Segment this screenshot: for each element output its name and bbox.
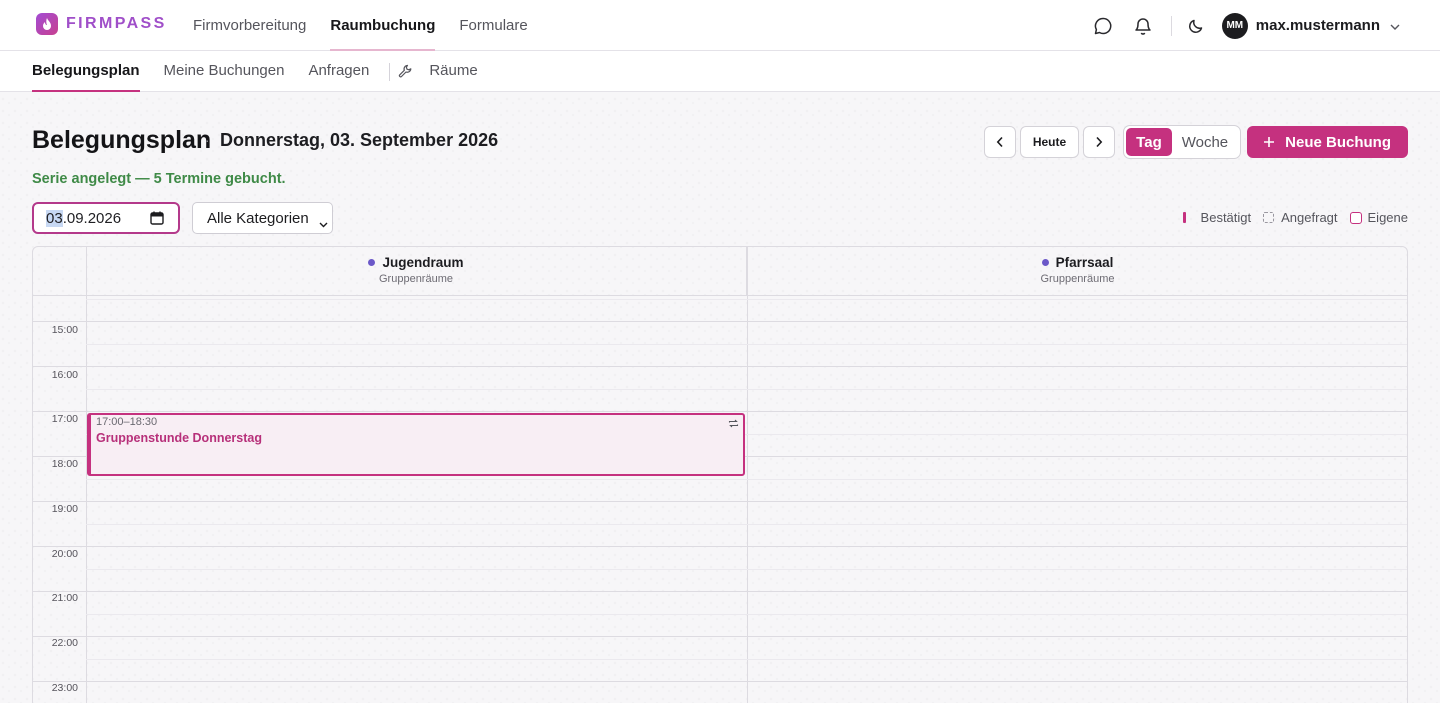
view-toggle: Tag Woche xyxy=(1123,125,1242,159)
bell-icon[interactable] xyxy=(1131,14,1155,38)
hour-line xyxy=(33,411,1407,412)
tab-belegungsplan[interactable]: Belegungsplan xyxy=(32,51,140,92)
brand-logo[interactable]: FIRMPASS xyxy=(36,13,167,35)
half-hour-line xyxy=(86,479,1407,480)
prev-button[interactable] xyxy=(983,126,1016,158)
hour-line xyxy=(33,321,1407,322)
chevron-left-icon xyxy=(996,136,1003,148)
hour-line xyxy=(33,681,1407,682)
room-header-jugendraum: Jugendraum Gruppenräume xyxy=(86,247,747,296)
legend-requested: Angefragt xyxy=(1263,210,1338,225)
nav-firmvorbereitung[interactable]: Firmvorbereitung xyxy=(193,0,306,51)
new-booking-label: Neue Buchung xyxy=(1285,133,1391,151)
time-label: 18:00 xyxy=(51,458,78,470)
confirmed-swatch xyxy=(1182,212,1186,223)
legend-confirmed-label: Bestätigt xyxy=(1200,210,1252,225)
wrench-icon xyxy=(398,64,413,79)
half-hour-line xyxy=(86,614,1407,615)
requested-swatch xyxy=(1263,212,1275,223)
username[interactable]: max.mustermann xyxy=(1256,17,1380,34)
time-label: 23:00 xyxy=(51,682,78,694)
time-label: 15:00 xyxy=(51,324,78,336)
legend-own: Eigene xyxy=(1349,210,1408,225)
calendar-controls: Heute Tag Woche Neue Buchung xyxy=(983,125,1408,159)
booking-event[interactable]: 17:00–18:30 Gruppenstunde Donnerstag xyxy=(87,413,745,476)
date-input-rest: .09.2026 xyxy=(62,209,122,227)
main-nav: Firmvorbereitung Raumbuchung Formulare xyxy=(193,0,552,51)
room-name: Jugendraum xyxy=(382,255,464,270)
avatar[interactable]: MM xyxy=(1221,12,1248,39)
event-title: Gruppenstunde Donnerstag xyxy=(96,431,262,445)
grid-corner xyxy=(33,247,86,296)
legend-own-label: Eigene xyxy=(1367,210,1408,225)
chevron-right-icon xyxy=(1096,136,1103,148)
hour-line xyxy=(33,591,1407,592)
divider xyxy=(389,62,391,81)
room-category: Gruppenräume xyxy=(1040,273,1115,285)
room-dot xyxy=(368,259,376,266)
room-column-border xyxy=(747,247,748,703)
category-select[interactable]: Alle Kategorien xyxy=(192,202,333,234)
sub-nav: Belegungsplan Meine Buchungen Anfragen R… xyxy=(32,51,502,92)
time-label: 22:00 xyxy=(51,637,78,649)
room-name: Pfarrsaal xyxy=(1055,255,1114,270)
view-day-button[interactable]: Tag xyxy=(1126,128,1172,156)
chevron-down-icon xyxy=(319,215,328,232)
room-dot xyxy=(1041,259,1049,266)
chevron-down-icon[interactable] xyxy=(1390,17,1400,35)
own-swatch xyxy=(1349,211,1362,224)
top-navbar: FIRMPASS Firmvorbereitung Raumbuchung Fo… xyxy=(0,0,1440,51)
hour-line xyxy=(33,636,1407,637)
half-hour-line xyxy=(86,344,1407,345)
success-message: Serie angelegt — 5 Termine gebucht. xyxy=(32,171,286,187)
time-label: 19:00 xyxy=(51,503,78,515)
legend-confirmed: Bestätigt xyxy=(1182,210,1252,225)
page-title: Belegungsplan xyxy=(32,126,212,154)
tab-anfragen[interactable]: Anfragen xyxy=(308,51,369,92)
half-hour-line xyxy=(86,524,1407,525)
calendar-grid: Jugendraum Gruppenräume Pfarrsaal Gruppe… xyxy=(32,246,1408,703)
today-button[interactable]: Heute xyxy=(1019,126,1080,158)
date-input[interactable]: 03.09.2026 xyxy=(32,202,180,234)
chat-icon[interactable] xyxy=(1091,14,1115,38)
divider xyxy=(1170,15,1172,36)
nav-raumbuchung[interactable]: Raumbuchung xyxy=(330,0,436,51)
legend: Bestätigt Angefragt Eigene xyxy=(1171,210,1408,225)
half-hour-line xyxy=(86,569,1407,570)
calendar-icon[interactable] xyxy=(150,211,164,229)
category-select-value: Alle Kategorien xyxy=(207,209,309,227)
hour-line xyxy=(33,366,1407,367)
half-hour-line xyxy=(86,659,1407,660)
time-label: 16:00 xyxy=(51,369,78,381)
brand-name: FIRMPASS xyxy=(66,15,167,32)
time-label: 21:00 xyxy=(51,592,78,604)
room-category: Gruppenräume xyxy=(379,273,453,285)
tab-raeume[interactable]: Räume xyxy=(429,51,477,92)
half-hour-line xyxy=(86,299,1407,300)
date-input-day: 03 xyxy=(46,209,63,227)
legend-requested-label: Angefragt xyxy=(1281,210,1338,225)
time-label: 20:00 xyxy=(51,548,78,560)
next-button[interactable] xyxy=(1083,126,1116,158)
new-booking-button[interactable]: Neue Buchung xyxy=(1247,126,1408,158)
nav-formulare[interactable]: Formulare xyxy=(459,0,527,51)
moon-icon[interactable] xyxy=(1184,14,1208,38)
hour-line xyxy=(33,546,1407,547)
flame-icon xyxy=(36,13,58,35)
event-time: 17:00–18:30 xyxy=(96,416,158,428)
room-header-pfarrsaal: Pfarrsaal Gruppenräume xyxy=(747,247,1407,296)
plus-icon xyxy=(1263,136,1275,148)
page-date: Donnerstag, 03. September 2026 xyxy=(220,130,499,150)
view-week-button[interactable]: Woche xyxy=(1172,128,1238,156)
repeat-icon xyxy=(728,416,739,434)
time-label: 17:00 xyxy=(51,413,78,425)
user-area: MM max.mustermann xyxy=(1075,0,1400,51)
sub-navbar: Belegungsplan Meine Buchungen Anfragen R… xyxy=(0,51,1440,92)
half-hour-line xyxy=(86,389,1407,390)
hour-line xyxy=(33,501,1407,502)
title-separator: · xyxy=(205,132,210,148)
tab-meine-buchungen[interactable]: Meine Buchungen xyxy=(164,51,285,92)
